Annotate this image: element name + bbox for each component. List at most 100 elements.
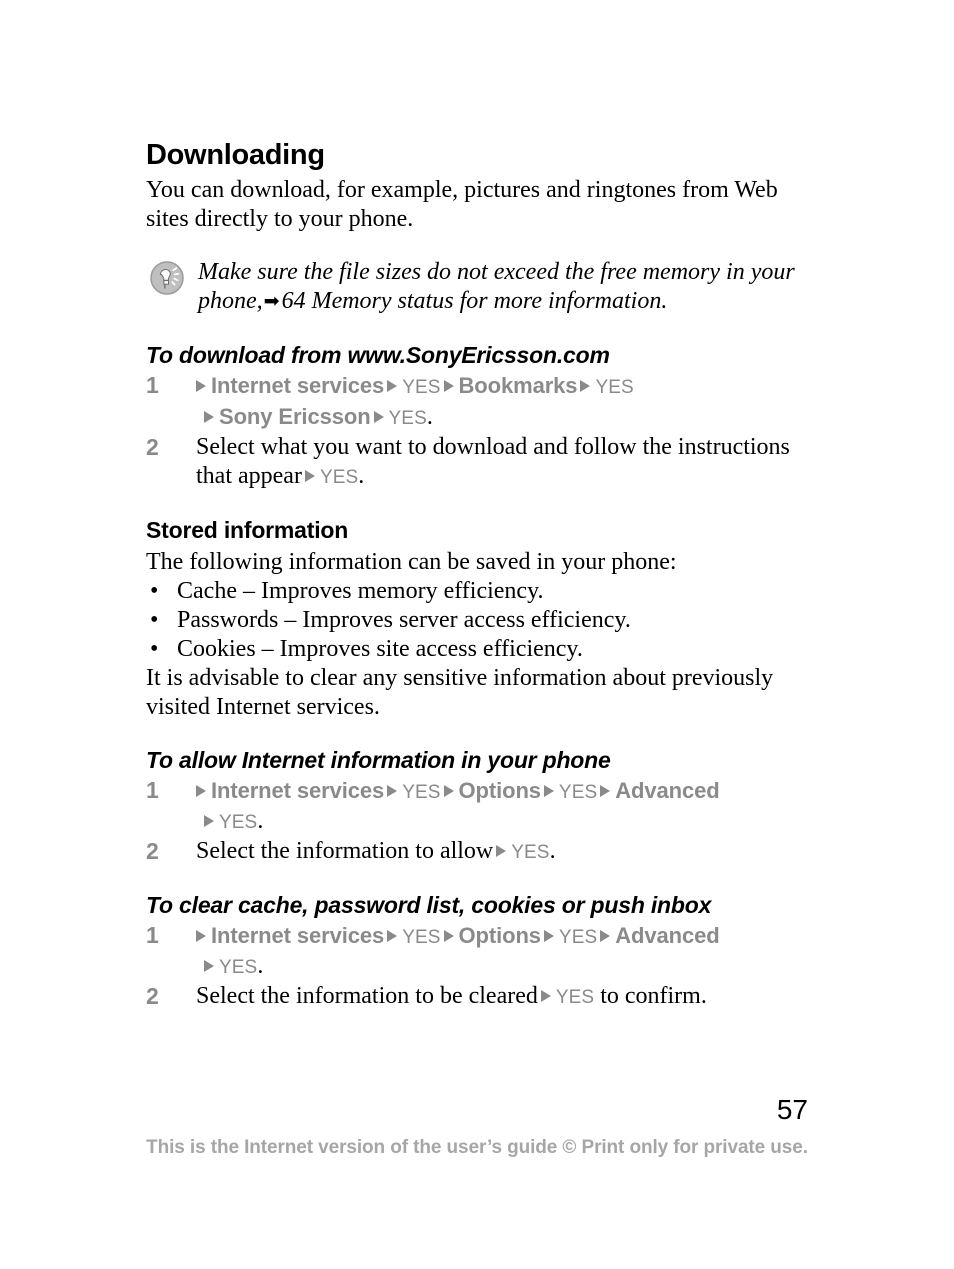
- heading-allow-internet-information: To allow Internet information in your ph…: [146, 747, 611, 773]
- step-line: Select the information to be cleared YES …: [196, 982, 808, 1012]
- list-item: • Cookies – Improves site access efficie…: [146, 635, 808, 664]
- menu-arrow-icon: [204, 960, 214, 972]
- menu-arrow-icon: [204, 411, 214, 423]
- page-title: Downloading: [146, 139, 325, 171]
- step-number: 1: [146, 922, 159, 948]
- page-number: 57: [776, 1094, 808, 1125]
- menu-arrow-icon: [543, 930, 554, 942]
- heading-clear-cache: To clear cache, password list, cookies o…: [146, 892, 712, 918]
- step-body-text: Select what you want to download and fol…: [196, 434, 790, 489]
- step-line: Internet services YES Options YES Advanced: [196, 921, 808, 952]
- softkey-yes-label: YES: [558, 782, 598, 803]
- tip-text: Make sure the file sizes do not exceed t…: [198, 258, 808, 317]
- softkey-yes-label: YES: [219, 812, 258, 833]
- list-item-label: Cookies – Improves site access efficienc…: [177, 636, 583, 662]
- menu-item-label: Internet services: [211, 923, 385, 948]
- softkey-yes-label: YES: [595, 377, 634, 398]
- menu-arrow-icon: [204, 815, 214, 827]
- softkey-yes-label: YES: [402, 377, 441, 398]
- menu-item-label: Advanced: [615, 923, 720, 948]
- step-line-continuation: YES.: [196, 807, 808, 837]
- menu-arrow-icon: [196, 380, 206, 392]
- step-line: Internet services YES Bookmarks YES: [196, 371, 808, 402]
- list-item: 1 Internet services YES Bookmarks YES Sony …: [146, 371, 808, 433]
- menu-arrow-icon: [387, 930, 398, 942]
- softkey-yes-label: YES: [219, 957, 258, 978]
- menu-arrow-icon: [196, 785, 206, 797]
- list-item: 2 Select what you want to download and f…: [146, 433, 808, 492]
- menu-arrow-icon: [496, 845, 507, 857]
- list-item: • Passwords – Improves server access eff…: [146, 606, 808, 635]
- menu-item-label: Sony Ericsson: [219, 404, 371, 429]
- menu-arrow-icon: [600, 785, 611, 797]
- stored-information-bullets: • Cache – Improves memory efficiency. • …: [146, 577, 808, 664]
- page-content: Downloading You can download, for exampl…: [146, 138, 808, 1012]
- step-line: Select what you want to download and fol…: [196, 433, 808, 492]
- softkey-yes-label: YES: [319, 467, 359, 488]
- step-number: 2: [146, 983, 159, 1009]
- sentence-period: .: [358, 463, 365, 489]
- bullet-icon: •: [150, 578, 159, 604]
- menu-arrow-icon: [443, 785, 454, 797]
- heading-stored-information: Stored information: [146, 517, 349, 543]
- menu-arrow-icon: [540, 990, 551, 1002]
- steps-download-from-site: 1 Internet services YES Bookmarks YES Sony …: [146, 371, 808, 492]
- list-item: 1 Internet services YES Options YES Advanced…: [146, 921, 808, 982]
- steps-clear-cache: 1 Internet services YES Options YES Advanced…: [146, 921, 808, 1012]
- tip-note: Make sure the file sizes do not exceed t…: [146, 258, 808, 317]
- bullet-icon: •: [150, 636, 159, 662]
- list-item-label: Cache – Improves memory efficiency.: [177, 578, 544, 604]
- list-item: 2 Select the information to be cleared YE…: [146, 982, 808, 1012]
- menu-arrow-icon: [443, 930, 454, 942]
- softkey-yes-label: YES: [555, 987, 595, 1008]
- stored-information-intro: The following information can be saved i…: [146, 549, 677, 575]
- bullet-icon: •: [150, 607, 159, 633]
- list-item: 1 Internet services YES Options YES Advanced…: [146, 776, 808, 837]
- menu-arrow-icon: [387, 380, 398, 392]
- softkey-yes-label: YES: [388, 408, 427, 429]
- step-number: 1: [146, 372, 159, 398]
- list-item: 2 Select the information to allow YES.: [146, 837, 808, 867]
- step-number: 1: [146, 777, 159, 803]
- softkey-yes-label: YES: [402, 782, 441, 803]
- stored-information-outro: It is advisable to clear any sensitive i…: [146, 665, 774, 720]
- step-body-text: to confirm.: [594, 983, 707, 1009]
- softkey-yes-label: YES: [511, 842, 550, 863]
- step-line: Internet services YES Options YES Advanced: [196, 776, 808, 807]
- steps-allow-internet-information: 1 Internet services YES Options YES Advanced…: [146, 776, 808, 867]
- softkey-yes-label: YES: [402, 927, 441, 948]
- sentence-period: .: [426, 404, 433, 430]
- menu-item-label: Options: [458, 923, 542, 948]
- menu-arrow-icon: [387, 785, 398, 797]
- menu-arrow-icon: [373, 411, 384, 423]
- menu-arrow-icon: [443, 380, 454, 392]
- menu-arrow-icon: [304, 470, 315, 482]
- footer-note: This is the Internet version of the user…: [146, 1137, 808, 1158]
- menu-arrow-icon: [543, 785, 554, 797]
- menu-item-label: Bookmarks: [458, 373, 578, 398]
- sentence-period: .: [549, 838, 556, 864]
- step-line-continuation: Sony Ericsson YES.: [196, 402, 808, 433]
- step-body-text: Select the information to allow: [196, 838, 494, 864]
- list-item-label: Passwords – Improves server access effic…: [177, 607, 631, 633]
- list-item: • Cache – Improves memory efficiency.: [146, 577, 808, 606]
- sentence-period: .: [257, 808, 264, 834]
- menu-item-label: Options: [458, 778, 542, 803]
- tip-text-after: 64 Memory status for more information.: [281, 288, 668, 314]
- step-body-text: Select the information to be cleared: [196, 983, 538, 1009]
- menu-arrow-icon: [580, 380, 591, 392]
- softkey-yes-label: YES: [558, 927, 598, 948]
- menu-arrow-icon: [196, 930, 206, 942]
- lightbulb-tip-icon: [150, 261, 184, 295]
- sentence-period: .: [257, 953, 264, 979]
- menu-item-label: Internet services: [211, 778, 385, 803]
- menu-arrow-icon: [600, 930, 611, 942]
- downloading-intro-text: You can download, for example, pictures …: [146, 177, 778, 232]
- right-arrow-icon: ➡: [263, 290, 280, 312]
- step-line: Select the information to allow YES.: [196, 837, 808, 867]
- step-line-continuation: YES.: [196, 952, 808, 982]
- step-number: 2: [146, 434, 159, 460]
- menu-item-label: Advanced: [615, 778, 720, 803]
- menu-item-label: Internet services: [211, 373, 385, 398]
- heading-download-from-site: To download from www.SonyEricsson.com: [146, 342, 610, 368]
